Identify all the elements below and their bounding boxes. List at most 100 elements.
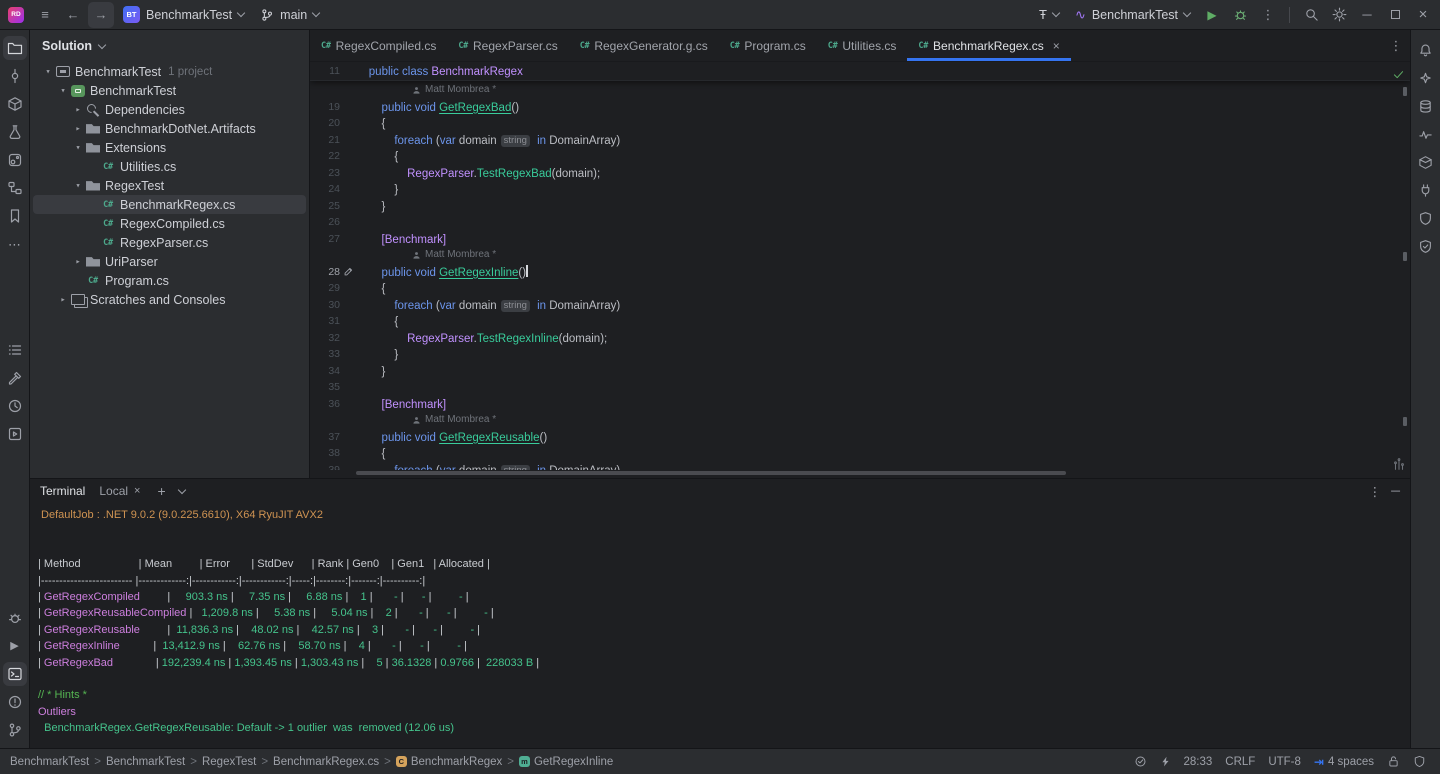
dependencies-shield-icon[interactable]: [1414, 206, 1438, 230]
editor[interactable]: 11 public class BenchmarkRegex Matt Momb…: [310, 62, 1410, 478]
tree-item-extensions[interactable]: ▾Extensions: [33, 138, 306, 157]
more-actions-button[interactable]: ⋮: [1255, 2, 1281, 28]
minimize-button[interactable]: ─: [1354, 2, 1380, 28]
code-line[interactable]: 30 foreach (var domainstring in DomainAr…: [310, 297, 1398, 314]
code-line[interactable]: 33 }: [310, 346, 1398, 363]
breadcrumb-item[interactable]: BenchmarkTest: [10, 756, 89, 768]
line-separator[interactable]: CRLF: [1225, 756, 1255, 768]
new-terminal-button[interactable]: +: [154, 483, 168, 499]
tree-chevron-icon[interactable]: ▸: [56, 295, 70, 305]
code-line[interactable]: 35: [310, 379, 1398, 396]
services-tool-icon[interactable]: [3, 422, 27, 446]
tree-item-uriparser[interactable]: ▸UriParser: [33, 252, 306, 271]
run-tool-icon[interactable]: ▶: [3, 634, 27, 658]
hamburger-menu[interactable]: ≡: [32, 2, 58, 28]
tab-list-button[interactable]: ⋮: [1382, 30, 1410, 61]
breadcrumb-item[interactable]: CBenchmarkRegex: [396, 756, 502, 768]
problems-tool-icon[interactable]: [3, 690, 27, 714]
code-line[interactable]: 29 {: [310, 280, 1398, 297]
code-line[interactable]: 34 }: [310, 363, 1398, 380]
editor-tab[interactable]: C#RegexParser.cs: [447, 30, 568, 61]
tree-chevron-icon[interactable]: ▸: [71, 257, 85, 267]
close-button[interactable]: ×: [1410, 2, 1436, 28]
code-line[interactable]: 20 {: [310, 115, 1398, 132]
solution-panel-header[interactable]: Solution: [30, 30, 309, 62]
endpoints-icon[interactable]: [1414, 178, 1438, 202]
tree-item-benchmarktest[interactable]: ▾BenchmarkTest1 project: [33, 62, 306, 81]
nuget-tool-icon[interactable]: [3, 148, 27, 172]
run-configuration-selector[interactable]: ∿ BenchmarkTest: [1068, 5, 1197, 25]
close-icon[interactable]: ×: [134, 485, 140, 497]
tree-chevron-icon[interactable]: ▾: [41, 67, 55, 77]
notifications-icon[interactable]: [1414, 38, 1438, 62]
code-line[interactable]: Matt Mombrea *: [310, 82, 1398, 99]
ai-assistant-icon[interactable]: [1414, 66, 1438, 90]
horizontal-scrollbar[interactable]: [356, 471, 1066, 475]
file-encoding[interactable]: UTF-8: [1268, 756, 1301, 768]
code-line[interactable]: 36 [Benchmark]: [310, 396, 1398, 413]
editor-tab[interactable]: C#RegexCompiled.cs: [310, 30, 447, 61]
editor-tab[interactable]: C#RegexGenerator.g.cs: [569, 30, 719, 61]
debug-button[interactable]: [1227, 2, 1253, 28]
tree-item-utilities-cs[interactable]: C#Utilities.cs: [33, 157, 306, 176]
tree-item-scratches-and-consoles[interactable]: ▸Scratches and Consoles: [33, 290, 306, 309]
code-line[interactable]: 23 RegexParser.TestRegexBad(domain);: [310, 165, 1398, 182]
tree-chevron-icon[interactable]: ▾: [71, 181, 85, 191]
editor-tab[interactable]: C#BenchmarkRegex.cs×: [907, 30, 1070, 61]
code-line[interactable]: 38 {: [310, 445, 1398, 462]
maximize-button[interactable]: [1382, 2, 1408, 28]
tab-close-icon[interactable]: ×: [1053, 39, 1060, 53]
todo-tool-icon[interactable]: [3, 338, 27, 362]
breadcrumb-item[interactable]: mGetRegexInline: [519, 756, 613, 768]
terminal-more-button[interactable]: ⋮: [1369, 484, 1382, 499]
tree-item-regexcompiled-cs[interactable]: C#RegexCompiled.cs: [33, 214, 306, 233]
package-icon[interactable]: [1414, 150, 1438, 174]
inspections-ok-icon[interactable]: [1392, 68, 1405, 81]
tree-item-benchmarktest[interactable]: ▾BenchmarkTest: [33, 81, 306, 100]
code-line[interactable]: 26: [310, 214, 1398, 231]
code-line[interactable]: 19 public void GetRegexBad(): [310, 99, 1398, 116]
tree-item-regextest[interactable]: ▾RegexTest: [33, 176, 306, 195]
protection-shield-icon[interactable]: [1413, 755, 1426, 768]
code-line[interactable]: 21 foreach (var domainstring in DomainAr…: [310, 132, 1398, 149]
breadcrumb-item[interactable]: BenchmarkRegex.cs: [273, 756, 379, 768]
bookmarks-tool-icon[interactable]: [3, 204, 27, 228]
terminal-output[interactable]: DefaultJob : .NET 9.0.2 (9.0.225.6610), …: [38, 507, 1402, 746]
search-everywhere-button[interactable]: [1298, 2, 1324, 28]
tree-item-dependencies[interactable]: ▸Dependencies: [33, 100, 306, 119]
editor-code[interactable]: Matt Mombrea *19 public void GetRegexBad…: [310, 82, 1398, 470]
tree-chevron-icon[interactable]: ▾: [56, 86, 70, 96]
tests-tool-icon[interactable]: [3, 120, 27, 144]
terminal-type-chevron-icon[interactable]: [177, 485, 185, 493]
editor-tab[interactable]: C#Program.cs: [719, 30, 817, 61]
debug-tool-icon[interactable]: [3, 606, 27, 630]
code-line[interactable]: 28 public void GetRegexInline(): [310, 264, 1398, 281]
code-line[interactable]: 32 RegexParser.TestRegexInline(domain);: [310, 330, 1398, 347]
commit-tool-icon[interactable]: [3, 64, 27, 88]
indent-style[interactable]: ⇥ 4 spaces: [1314, 755, 1374, 769]
code-line[interactable]: 11 public class BenchmarkRegex: [310, 63, 1410, 80]
back-button[interactable]: ←: [60, 2, 86, 28]
terminal-tab-local[interactable]: Local ×: [95, 482, 144, 500]
terminal-minimize-button[interactable]: ─: [1391, 484, 1400, 498]
tree-item-program-cs[interactable]: C#Program.cs: [33, 271, 306, 290]
git-tool-icon[interactable]: [3, 718, 27, 742]
database-icon[interactable]: [1414, 94, 1438, 118]
code-line[interactable]: Matt Mombrea *: [310, 247, 1398, 264]
breadcrumb-item[interactable]: BenchmarkTest: [106, 756, 185, 768]
code-line[interactable]: 37 public void GetRegexReusable(): [310, 429, 1398, 446]
history-tool-icon[interactable]: [3, 394, 27, 418]
project-tool-icon[interactable]: [3, 36, 27, 60]
qodana-icon[interactable]: [1414, 234, 1438, 258]
tree-chevron-icon[interactable]: ▸: [71, 105, 85, 115]
caret-position[interactable]: 28:33: [1184, 756, 1213, 768]
code-line[interactable]: 27 [Benchmark]: [310, 231, 1398, 248]
editor-tab[interactable]: C#Utilities.cs: [817, 30, 908, 61]
tree-item-benchmarkregex-cs[interactable]: C#BenchmarkRegex.cs: [33, 195, 306, 214]
file-lock-icon[interactable]: [1387, 755, 1400, 768]
tree-chevron-icon[interactable]: ▾: [71, 143, 85, 153]
terminal-tool-icon[interactable]: [3, 662, 27, 686]
build-tool-icon[interactable]: [3, 366, 27, 390]
tree-chevron-icon[interactable]: ▸: [71, 124, 85, 134]
run-button[interactable]: ▶: [1199, 2, 1225, 28]
